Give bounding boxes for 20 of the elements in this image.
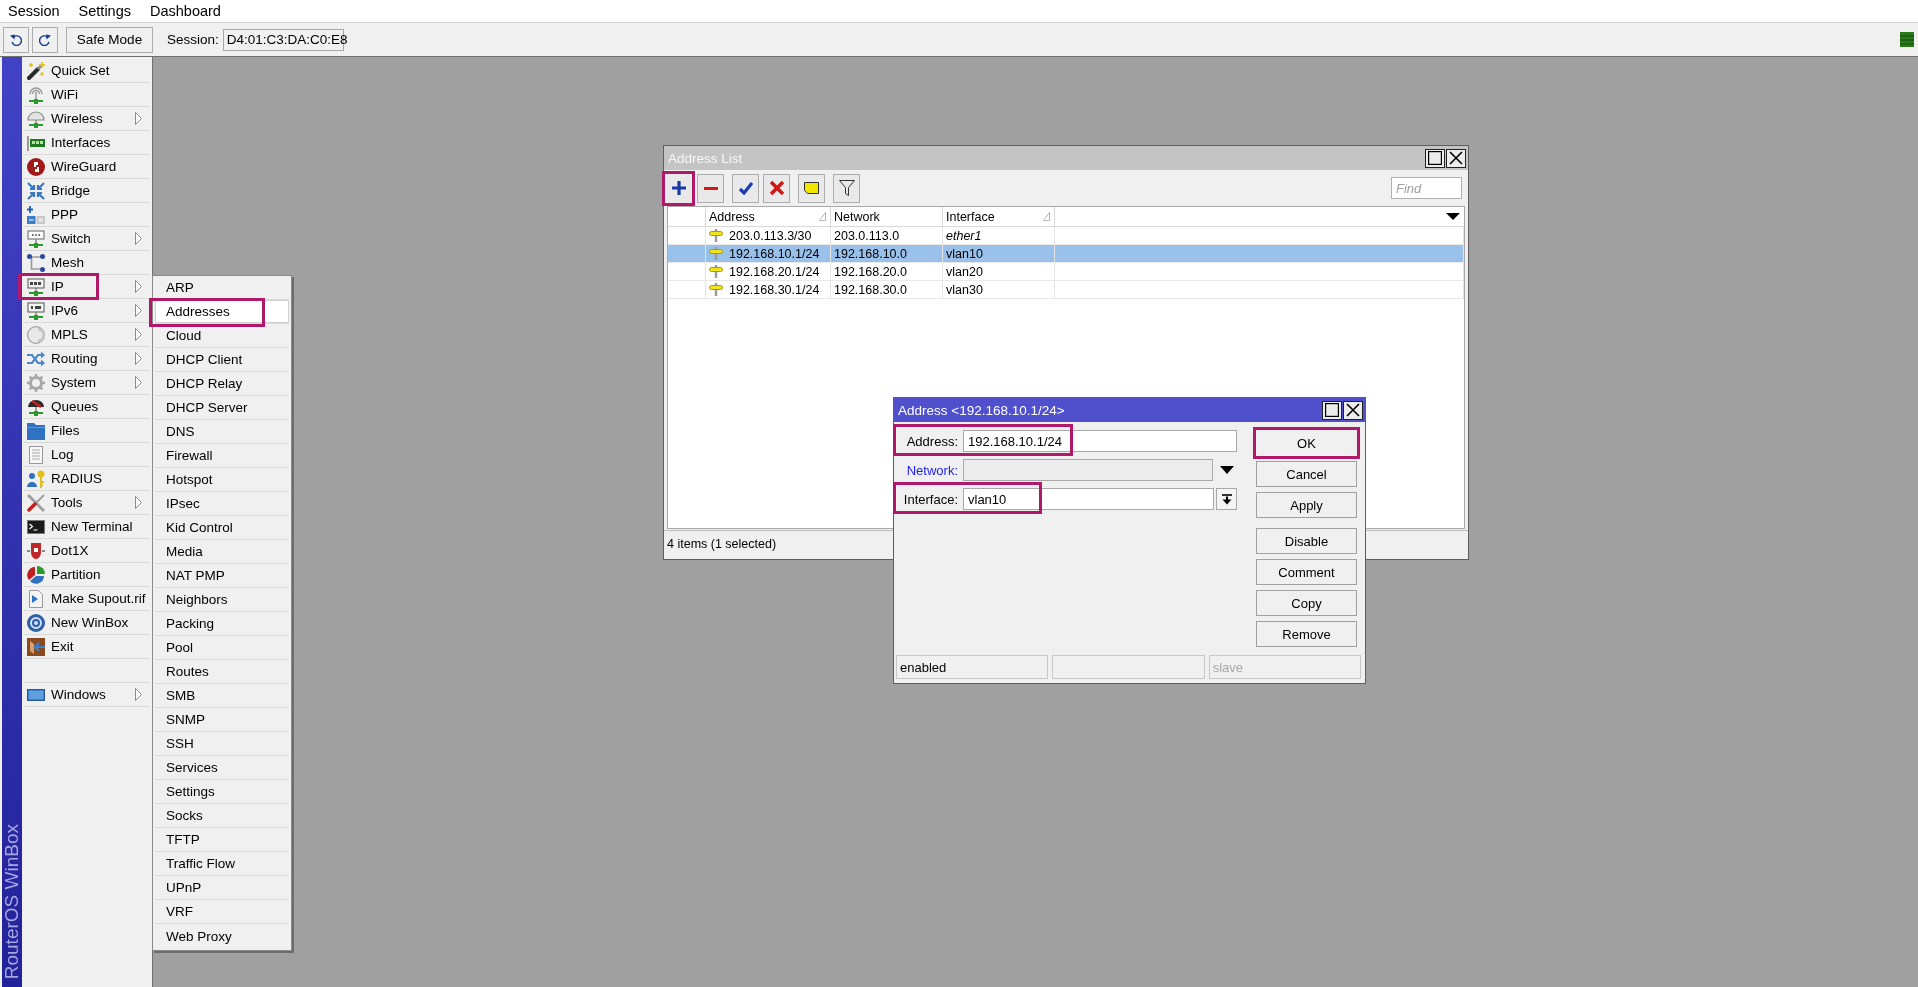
table-cell: 192.168.20.1/24	[729, 264, 820, 279]
table-cell: ether1	[946, 228, 982, 243]
table-cell: 192.168.20.0	[834, 264, 907, 279]
window-title: Address <192.168.10.1/24>	[898, 402, 1065, 418]
table-cell: vlan20	[946, 264, 983, 279]
status-text: 4 items (1 selected)	[667, 536, 777, 551]
status-cell: enabled	[896, 655, 1049, 679]
table-cell: 203.0.113.0	[834, 228, 900, 243]
field-label: Interface:	[902, 491, 958, 507]
table-cell: 192.168.10.0	[834, 246, 907, 261]
table-cell: vlan10	[946, 246, 983, 261]
table-cell: 203.0.113.3/30	[729, 228, 812, 243]
table-cell: 192.168.10.1/24	[729, 246, 820, 261]
table-cell: 192.168.30.0	[834, 282, 907, 297]
table-cell: vlan30	[946, 282, 983, 297]
field-label: Address:	[905, 433, 958, 449]
status-cell: slave	[1208, 655, 1361, 679]
table-cell: 192.168.30.1/24	[729, 282, 820, 297]
session-label: Session:	[167, 32, 219, 47]
brand-label: RouterOS WinBox	[1, 823, 23, 979]
